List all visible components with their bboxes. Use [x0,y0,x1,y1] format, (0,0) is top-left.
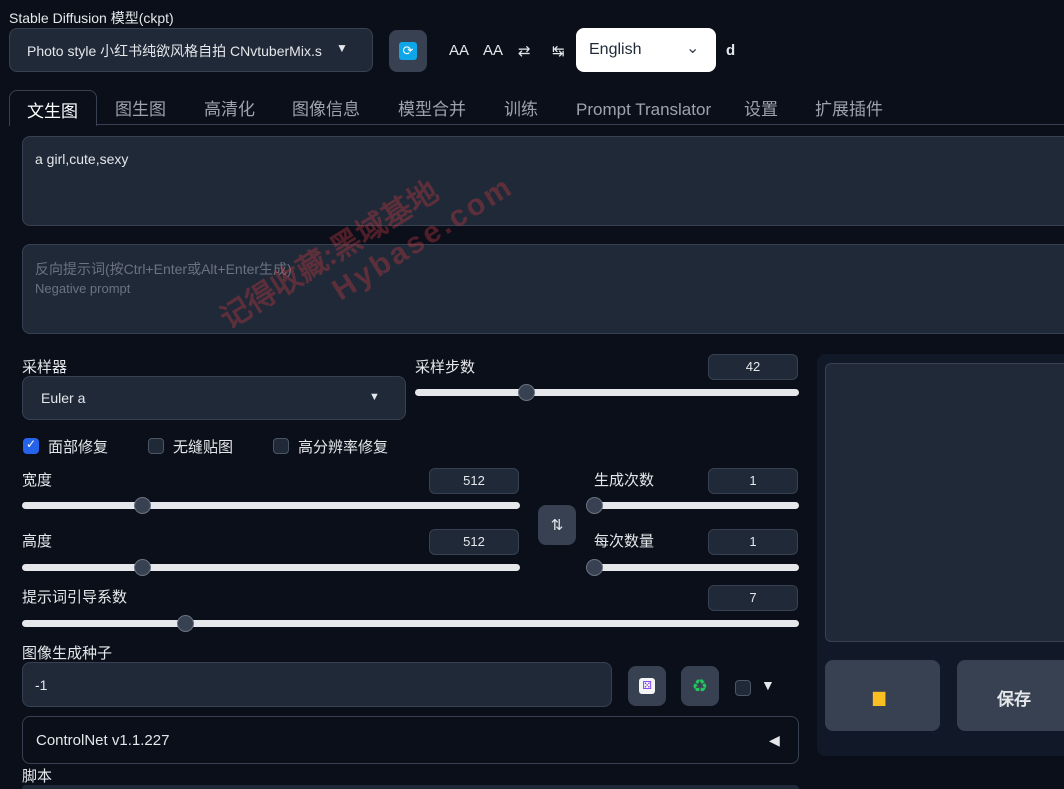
tiling-checkbox[interactable] [148,438,164,454]
tab-prompt-translator[interactable]: Prompt Translator [576,96,711,124]
batch-size-label: 每次数量 [594,533,655,550]
cfg-input[interactable]: 7 [708,585,798,611]
hires-fix-label: 高分辨率修复 [298,439,389,456]
batch-size-slider-handle[interactable] [586,559,603,576]
tab-merge[interactable]: 模型合并 [398,96,466,124]
sampler-value: Euler a [41,390,86,406]
output-gallery[interactable] [825,363,1064,642]
batch-size-input[interactable]: 1 [708,529,798,555]
reuse-seed-button[interactable]: ♻ [681,666,719,706]
chevron-down-icon: ▼ [369,391,380,403]
model-label: Stable Diffusion 模型(ckpt) [9,10,174,26]
hires-fix-checkbox[interactable] [273,438,289,454]
tab-img2img[interactable]: 图生图 [115,96,166,124]
tab-upscale[interactable]: 高清化 [204,96,255,124]
width-input[interactable]: 512 [429,468,519,494]
extra-label: d [726,42,736,59]
recycle-icon: ♻ [691,675,709,696]
prompt-textarea[interactable]: a girl,cute,sexy [22,136,1064,226]
batch-count-label: 生成次数 [594,472,655,489]
open-folder-button[interactable]: ▆ [825,660,940,731]
height-input[interactable]: 512 [429,529,519,555]
controlnet-title: ControlNet v1.1.227 [36,732,170,749]
cfg-slider[interactable] [22,615,799,632]
steps-input[interactable]: 42 [708,354,798,380]
language-value: English [589,41,642,58]
tab-icon[interactable]: ↹ [552,42,565,60]
swap-icon[interactable]: ⇄ [518,42,531,60]
sampler-label: 采样器 [22,359,68,376]
tab-extensions[interactable]: 扩展插件 [815,96,883,124]
tiling-label: 无缝贴图 [173,439,234,456]
save-label: 保存 [997,690,1031,709]
tab-label: 文生图 [27,102,78,121]
negative-placeholder-1: 反向提示词(按Ctrl+Enter或Alt+Enter生成) [35,261,292,277]
tab-png-info[interactable]: 图像信息 [292,96,360,124]
height-slider[interactable] [22,559,520,576]
controlnet-accordion[interactable]: ControlNet v1.1.227 ◀ [22,716,799,764]
sampler-select[interactable]: Euler a ▼ [22,376,406,420]
width-slider[interactable] [22,497,520,514]
steps-label: 采样步数 [415,359,476,376]
model-select[interactable]: Photo style 小红书纯欲风格自拍 CNvtuberMix.s ▼ [9,28,373,72]
tab-settings[interactable]: 设置 [744,96,778,124]
negative-placeholder-2: Negative prompt [35,281,131,296]
batch-count-input[interactable]: 1 [708,468,798,494]
swap-vertical-icon: ⇅ [550,517,564,534]
seed-value: -1 [35,677,48,693]
face-restore-checkbox[interactable]: ✓ [23,437,39,454]
batch-count-slider-handle[interactable] [586,497,603,514]
tab-divider [97,124,1064,125]
language-select[interactable]: English ⌄ [576,28,716,72]
width-label: 宽度 [22,472,53,489]
save-button[interactable]: 保存 [957,660,1064,731]
font-large-icon[interactable]: AA [483,42,503,59]
script-label: 脚本 [22,768,53,785]
swap-dimensions-button[interactable]: ⇅ [538,505,576,545]
output-panel: ▆ 保存 [817,354,1064,756]
height-label: 高度 [22,533,53,550]
steps-slider-handle[interactable] [518,384,536,401]
prompt-text: a girl,cute,sexy [35,151,129,167]
refresh-button[interactable]: ⟳ [389,30,427,72]
width-slider-handle[interactable] [133,497,151,514]
face-restore-label: 面部修复 [48,439,109,456]
height-slider-handle[interactable] [133,559,151,576]
cfg-slider-handle[interactable] [177,615,195,632]
refresh-icon: ⟳ [399,42,417,60]
extra-seed-checkbox[interactable] [735,680,751,696]
folder-icon: ▆ [873,689,886,706]
chevron-down-icon: ⌄ [686,40,700,57]
seed-label: 图像生成种子 [22,645,113,662]
negative-prompt-textarea[interactable]: 反向提示词(按Ctrl+Enter或Alt+Enter生成) Negative … [22,244,1064,334]
tab-train[interactable]: 训练 [504,96,538,124]
script-select[interactable] [22,785,799,789]
seed-input[interactable]: -1 [22,662,612,707]
model-select-value: Photo style 小红书纯欲风格自拍 CNvtuberMix.s [27,43,322,59]
random-seed-button[interactable]: ⚄ [628,666,666,706]
collapse-arrow-icon: ◀ [769,732,780,748]
cfg-label: 提示词引导系数 [22,589,128,606]
chevron-down-icon: ▼ [336,41,348,55]
dice-icon: ⚄ [639,678,655,694]
batch-size-slider[interactable] [586,559,799,576]
steps-slider[interactable] [415,384,799,401]
font-small-icon[interactable]: AA [449,42,469,59]
tab-txt2img[interactable]: 文生图 [9,90,97,126]
expand-triangle-icon[interactable]: ▼ [761,677,775,693]
batch-count-slider[interactable] [586,497,799,514]
